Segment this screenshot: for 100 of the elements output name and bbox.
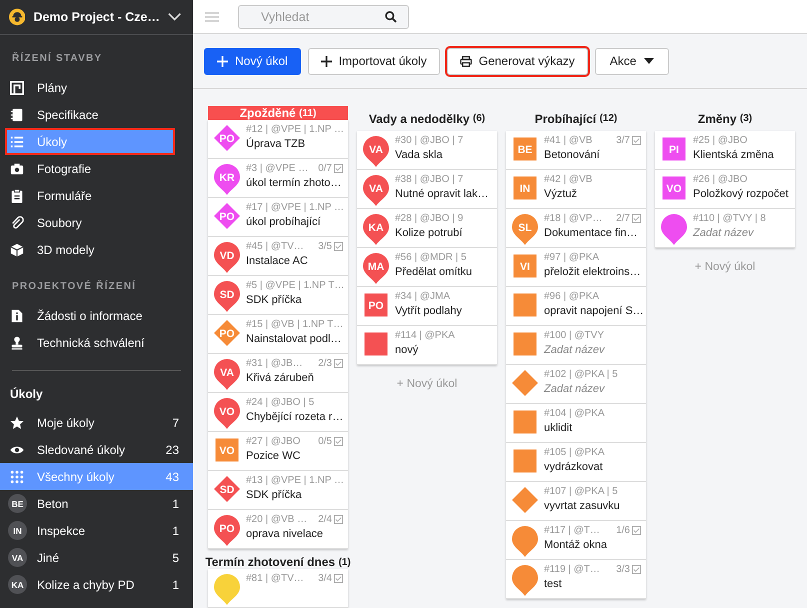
task-card[interactable]: PI #25 | @JBO Klientská změna: [655, 131, 795, 170]
nav-item[interactable]: Plány: [0, 74, 193, 101]
camera-icon: [10, 162, 24, 176]
task-meta: #24 | @JBO | 5: [246, 397, 316, 408]
search-field[interactable]: Vyhledat: [238, 4, 409, 28]
task-card[interactable]: #102 | @PKA | 5 Zadat název: [506, 365, 646, 404]
nav-item[interactable]: Technická schválení: [0, 329, 193, 356]
task-meta: #17 | @VPE | 1.NP …: [246, 202, 344, 213]
task-card[interactable]: VO #27 | @JBO 0/5 Pozice WC: [208, 432, 348, 471]
checklist-count: 2/3: [318, 358, 332, 369]
pin-marker-icon: VA: [362, 136, 388, 168]
nav-item[interactable]: Fotografie: [0, 155, 193, 182]
task-card[interactable]: #117 | @T… 1/6 Montáž okna: [506, 521, 646, 560]
task-card[interactable]: VI #97 | @PKA přeložit elektroins…: [506, 248, 646, 287]
filter-item[interactable]: Sledované úkoly 23: [0, 436, 193, 463]
nav-item[interactable]: Soubory: [0, 209, 193, 236]
plus-icon: [320, 56, 332, 66]
task-meta: #30 | @JBO | 7: [395, 135, 464, 146]
checklist-icon: [632, 136, 641, 145]
diamond-marker-icon: SD: [214, 476, 240, 502]
task-title: Vytřít podlahy: [395, 305, 463, 317]
toolbar-button[interactable]: Akce: [594, 48, 670, 74]
task-meta: #15 | @VB | 1.NP T…: [246, 319, 344, 330]
task-card[interactable]: #107 | @PKA | 5 vyvrtat zasuvku: [506, 482, 646, 521]
square-marker-icon: VO: [214, 437, 240, 463]
checklist-icon: [632, 214, 641, 223]
task-card[interactable]: #119 | @T… 3/3 test: [506, 560, 646, 599]
task-card[interactable]: MA #56 | @MDR | 5 Předělat omítku: [357, 248, 497, 287]
column-heading: Vady a nedodělky (6): [368, 110, 486, 128]
task-meta: #81 | @TV…: [246, 573, 305, 584]
task-meta: #104 | @PKA: [544, 408, 606, 419]
filter-item[interactable]: IN Inspekce 1: [0, 517, 193, 544]
task-meta: #117 | @T…: [544, 525, 601, 536]
task-card[interactable]: PO #20 | @VB … 2/4 oprava nivelace: [208, 510, 348, 549]
pin-marker-icon: VA: [214, 359, 240, 391]
checklist-icon: [632, 565, 641, 574]
task-card[interactable]: SL #18 | @VP… 2/7 Dokumentace fin…: [506, 209, 646, 248]
chevron-down-icon[interactable]: [168, 12, 181, 22]
pin-marker-icon: VO: [214, 398, 240, 430]
task-meta: #56 | @MDR | 5: [395, 252, 468, 263]
caret-icon: [644, 58, 654, 64]
task-card[interactable]: SD #5 | @VPE | 1.NP T… SDK příčka: [208, 276, 348, 315]
task-card[interactable]: #104 | @PKA uklidit: [506, 404, 646, 443]
task-card[interactable]: BE #41 | @VB 3/7 Betonování: [506, 131, 646, 170]
task-card[interactable]: VA #38 | @JBO | 7 Nutné opravit lak…: [357, 170, 497, 209]
task-title: test: [544, 578, 563, 590]
task-title: Úprava TZB: [246, 138, 306, 150]
task-card[interactable]: #114 | @PKA nový: [357, 326, 497, 365]
pin-marker-icon: VA: [362, 175, 388, 207]
cube-icon: [10, 242, 24, 256]
task-meta: #114 | @PKA: [395, 330, 456, 341]
filter-item[interactable]: VA Jiné 5: [0, 544, 193, 571]
square-marker-icon: BE: [512, 136, 538, 162]
task-meta: #110 | @TVY | 8: [693, 213, 767, 224]
task-card[interactable]: SD #13 | @VPE | 1.NP … SDK příčka: [208, 471, 348, 510]
column-heading: Probíhající (12): [534, 110, 618, 128]
pin-marker-icon: VD: [214, 242, 240, 274]
task-card[interactable]: PO #15 | @VB | 1.NP T… Nainstalovat podl…: [208, 315, 348, 354]
nav-item[interactable]: 3D modely: [0, 236, 193, 263]
task-card[interactable]: VO #26 | @JBO Položkový rozpočet: [655, 170, 795, 209]
task-card[interactable]: #100 | @TVY Zadat název: [506, 326, 646, 365]
task-card[interactable]: #96 | @PKA opravit napojení S…: [506, 287, 646, 326]
task-title: oprava nivelace: [246, 528, 324, 540]
nav-item[interactable]: Specifikace: [0, 101, 193, 128]
plan-icon: [10, 80, 24, 94]
task-card[interactable]: PO #17 | @VPE | 1.NP … úkol probíhající: [208, 198, 348, 237]
toolbar-button[interactable]: Nový úkol: [204, 48, 301, 74]
task-meta: #28 | @JBO | 9: [395, 213, 464, 224]
task-card[interactable]: VA #31 | @JB… 2/3 Křivá zárubeň: [208, 354, 348, 393]
task-card[interactable]: PO #34 | @JMA Vytřít podlahy: [357, 287, 497, 326]
info-icon: [10, 308, 24, 322]
checklist-count: 2/4: [318, 514, 332, 525]
task-card[interactable]: VA #30 | @JBO | 7 Vada skla: [357, 131, 497, 170]
nav-item[interactable]: Formuláře: [0, 182, 193, 209]
task-card[interactable]: KA #28 | @JBO | 9 Kolize potrubí: [357, 209, 497, 248]
task-title: SDK příčka: [246, 489, 303, 501]
checklist-count: 3/3: [616, 564, 630, 575]
column-heading: Termín zhotovení dnes (1): [208, 555, 348, 569]
checklist-count: 3/5: [318, 241, 332, 252]
toolbar-button[interactable]: Importovat úkoly: [308, 48, 440, 74]
task-card[interactable]: VO #24 | @JBO | 5 Chybějící rozeta r…: [208, 393, 348, 432]
task-title: uklidit: [544, 422, 574, 434]
task-meta: #31 | @JB…: [246, 358, 304, 369]
task-card[interactable]: #105 | @PKA vydrázkovat: [506, 443, 646, 482]
filter-item[interactable]: Moje úkoly 7: [0, 409, 193, 436]
task-card[interactable]: IN #42 | @VB Výztuž: [506, 170, 646, 209]
checklist-icon: [334, 574, 343, 583]
section-heading: ŘÍZENÍ STAVBY: [11, 51, 104, 66]
task-card[interactable]: #110 | @TVY | 8 Zadat název: [655, 209, 795, 248]
toolbar-button[interactable]: Generovat výkazy: [446, 48, 588, 74]
task-card[interactable]: KR #3 | @VPE … 0/7 úkol termín zhoto…: [208, 159, 348, 198]
square-marker-icon: PO: [362, 292, 388, 318]
filter-item[interactable]: BE Beton 1: [0, 490, 193, 517]
nav-item[interactable]: Žádosti o informace: [0, 302, 193, 329]
task-card[interactable]: VD #45 | @TV… 3/5 Instalace AC: [208, 237, 348, 276]
task-card[interactable]: PO #12 | @VPE | 1.NP … Úprava TZB: [208, 120, 348, 159]
filter-item[interactable]: KA Kolize a chyby PD 1: [0, 571, 193, 598]
project-name[interactable]: Demo Project - Cze…: [33, 10, 160, 24]
task-meta: #20 | @VB …: [246, 514, 308, 525]
square-marker-icon: IN: [512, 175, 538, 201]
